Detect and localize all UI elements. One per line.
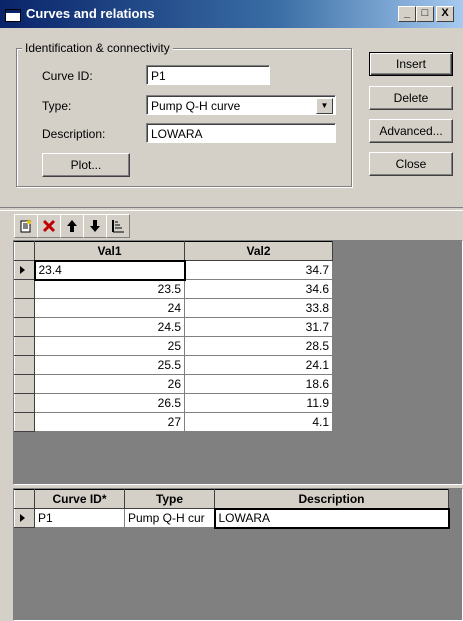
type-select-value: Pump Q-H curve bbox=[151, 99, 241, 113]
title-bar[interactable]: Curves and relations _ □ X bbox=[0, 0, 463, 28]
maximize-button[interactable]: □ bbox=[416, 6, 434, 22]
plot-button[interactable]: Plot... bbox=[42, 153, 130, 177]
row-indicator[interactable] bbox=[14, 279, 35, 299]
row-indicator[interactable] bbox=[14, 298, 35, 318]
identification-group-label: Identification & connectivity bbox=[22, 41, 173, 55]
curves-table: Curve ID* Type Description P1 Pump Q-H c… bbox=[14, 489, 450, 529]
table-row[interactable]: 23.5 34.6 bbox=[14, 279, 333, 299]
values-grid[interactable]: Val1 Val2 23.4 34.7 23.5 34.6 24 33.8 24… bbox=[13, 240, 463, 485]
type-cell[interactable]: Pump Q-H cur bbox=[124, 508, 215, 528]
table-row[interactable]: 27 4.1 bbox=[14, 412, 333, 432]
val1-cell[interactable]: 23.5 bbox=[34, 279, 185, 299]
val1-cell[interactable]: 24.5 bbox=[34, 317, 185, 337]
curve-id-field[interactable]: P1 bbox=[146, 65, 270, 85]
close-window-button[interactable]: X bbox=[436, 6, 454, 22]
row-indicator[interactable] bbox=[14, 412, 35, 432]
close-button[interactable]: Close bbox=[369, 152, 453, 176]
table-row[interactable]: P1 Pump Q-H cur LOWARA bbox=[14, 507, 450, 529]
advanced-button[interactable]: Advanced... bbox=[369, 119, 453, 143]
type-label: Type: bbox=[42, 99, 72, 113]
row-indicator[interactable] bbox=[14, 260, 35, 280]
corner-cell bbox=[14, 241, 35, 261]
val2-cell[interactable]: 4.1 bbox=[184, 412, 333, 432]
column-header-val2[interactable]: Val2 bbox=[184, 241, 333, 261]
val2-cell[interactable]: 34.7 bbox=[184, 260, 333, 280]
table-row[interactable]: 25.5 24.1 bbox=[14, 355, 333, 375]
val2-cell[interactable]: 24.1 bbox=[184, 355, 333, 375]
minimize-button[interactable]: _ bbox=[398, 6, 416, 22]
row-indicator[interactable] bbox=[14, 393, 35, 413]
table-row[interactable]: 26 18.6 bbox=[14, 374, 333, 394]
val1-cell[interactable]: 23.4 bbox=[33, 259, 186, 281]
new-record-icon[interactable] bbox=[14, 214, 38, 238]
separator bbox=[0, 207, 463, 211]
val2-cell[interactable]: 31.7 bbox=[184, 317, 333, 337]
corner-cell bbox=[14, 489, 35, 509]
val1-cell[interactable]: 25.5 bbox=[34, 355, 185, 375]
window-title: Curves and relations bbox=[26, 6, 155, 21]
row-indicator[interactable] bbox=[14, 355, 35, 375]
curve-id-label: Curve ID: bbox=[42, 69, 93, 83]
table-row[interactable]: 24.5 31.7 bbox=[14, 317, 333, 337]
val1-cell[interactable]: 27 bbox=[34, 412, 185, 432]
val1-cell[interactable]: 26 bbox=[34, 374, 185, 394]
description-cell[interactable]: LOWARA bbox=[213, 507, 450, 529]
table-row[interactable]: 23.4 34.7 bbox=[14, 259, 333, 281]
curves-grid[interactable]: Curve ID* Type Description P1 Pump Q-H c… bbox=[13, 488, 463, 621]
window-icon bbox=[5, 9, 21, 22]
row-indicator[interactable] bbox=[14, 336, 35, 356]
val2-cell[interactable]: 34.6 bbox=[184, 279, 333, 299]
row-indicator[interactable] bbox=[14, 317, 35, 337]
sort-icon[interactable] bbox=[106, 214, 130, 238]
val1-cell[interactable]: 25 bbox=[34, 336, 185, 356]
chevron-down-icon[interactable]: ▼ bbox=[316, 98, 333, 114]
val2-cell[interactable]: 33.8 bbox=[184, 298, 333, 318]
description-label: Description: bbox=[42, 127, 106, 141]
move-up-icon[interactable] bbox=[60, 214, 84, 238]
type-select[interactable]: Pump Q-H curve ▼ bbox=[146, 95, 336, 115]
curves-relations-window: Curves and relations _ □ X Identificatio… bbox=[0, 0, 463, 621]
delete-record-icon[interactable] bbox=[37, 214, 61, 238]
curve-id-cell[interactable]: P1 bbox=[34, 508, 125, 528]
val1-cell[interactable]: 26.5 bbox=[34, 393, 185, 413]
val2-cell[interactable]: 11.9 bbox=[184, 393, 333, 413]
val2-cell[interactable]: 18.6 bbox=[184, 374, 333, 394]
delete-button[interactable]: Delete bbox=[369, 86, 453, 110]
row-indicator[interactable] bbox=[14, 508, 35, 528]
column-header-type[interactable]: Type bbox=[124, 489, 215, 509]
column-header-description[interactable]: Description bbox=[214, 489, 449, 509]
values-table: Val1 Val2 23.4 34.7 23.5 34.6 24 33.8 24… bbox=[14, 241, 333, 432]
row-indicator[interactable] bbox=[14, 374, 35, 394]
move-down-icon[interactable] bbox=[83, 214, 107, 238]
description-field[interactable]: LOWARA bbox=[146, 123, 336, 143]
val1-cell[interactable]: 24 bbox=[34, 298, 185, 318]
column-header-val1[interactable]: Val1 bbox=[34, 241, 185, 261]
current-row-icon bbox=[20, 266, 25, 274]
insert-button[interactable]: Insert bbox=[369, 52, 453, 76]
table-row[interactable]: 24 33.8 bbox=[14, 298, 333, 318]
column-header-curve-id[interactable]: Curve ID* bbox=[34, 489, 125, 509]
current-row-icon bbox=[20, 514, 25, 522]
val2-cell[interactable]: 28.5 bbox=[184, 336, 333, 356]
table-row[interactable]: 25 28.5 bbox=[14, 336, 333, 356]
table-row[interactable]: 26.5 11.9 bbox=[14, 393, 333, 413]
